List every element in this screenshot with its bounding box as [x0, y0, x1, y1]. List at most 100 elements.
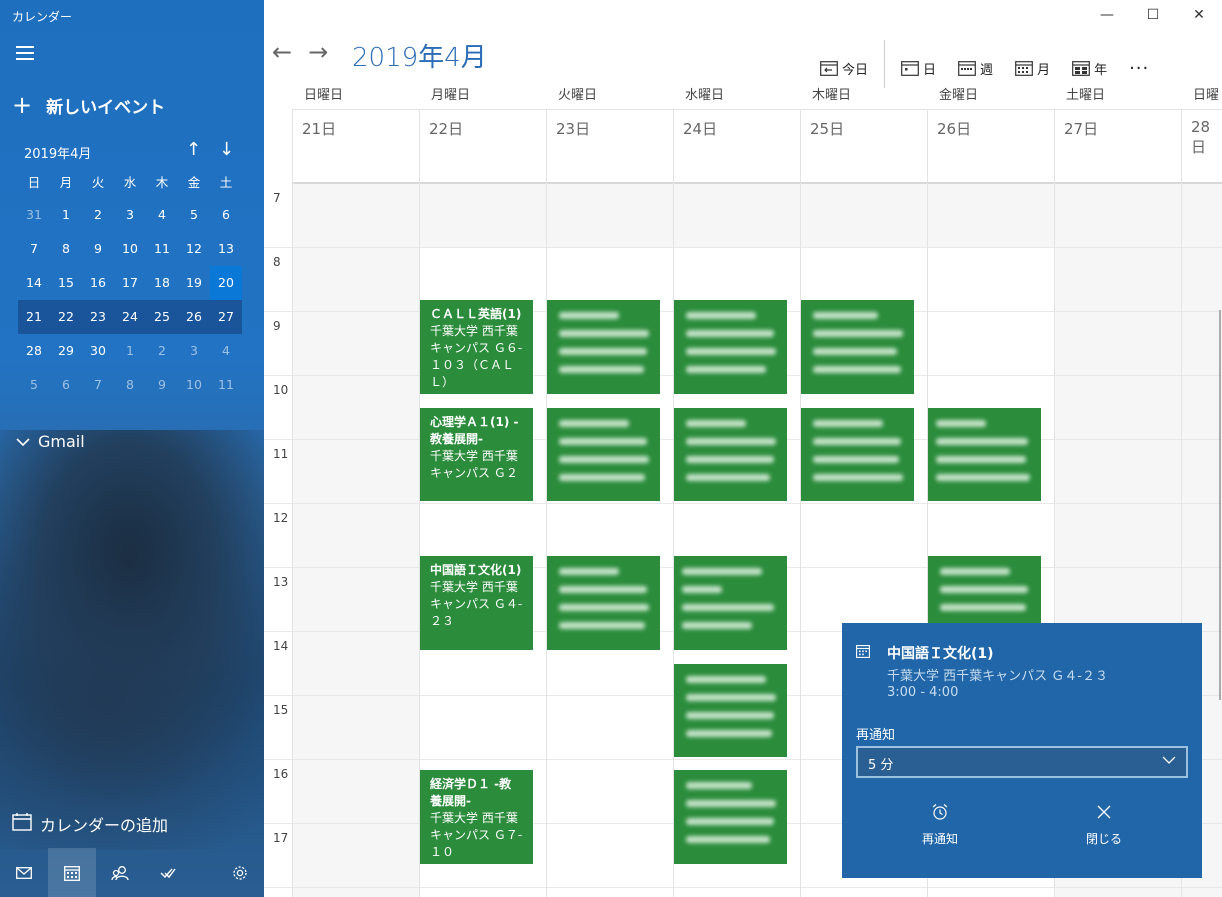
- event-blurred[interactable]: [547, 556, 660, 650]
- mini-day[interactable]: 7: [82, 368, 114, 402]
- mini-day[interactable]: 15: [50, 266, 82, 300]
- event-blurred[interactable]: [674, 770, 787, 864]
- column-line: [800, 110, 801, 897]
- mini-day[interactable]: 9: [82, 232, 114, 266]
- event-blurred[interactable]: [801, 300, 914, 394]
- close-icon[interactable]: ✕: [1176, 0, 1222, 30]
- mini-day[interactable]: 23: [82, 300, 114, 334]
- current-month-title[interactable]: 2019年4月: [352, 37, 487, 74]
- mini-day[interactable]: 10: [114, 232, 146, 266]
- mini-day[interactable]: 6: [50, 368, 82, 402]
- month-view-button[interactable]: 月: [1015, 59, 1050, 78]
- event-blurred[interactable]: [674, 664, 787, 757]
- mini-day[interactable]: 30: [82, 334, 114, 368]
- dismiss-button[interactable]: 閉じる: [1044, 803, 1164, 847]
- maximize-icon[interactable]: ☐: [1130, 0, 1176, 30]
- mini-day[interactable]: 11: [210, 368, 242, 402]
- new-event-button[interactable]: + 新しいイベント: [12, 91, 165, 119]
- weekday-header: 金曜日: [939, 88, 979, 103]
- event-call-english[interactable]: ＣＡＬＬ英語(1) 千葉大学 西千葉キャンパス Ｇ６-１０３（ＣＡＬＬ）: [420, 300, 533, 394]
- event-economics[interactable]: 経済学Ｄ１ -教養展開- 千葉大学 西千葉キャンパス Ｇ７-１０: [420, 770, 533, 864]
- hour-label: 14: [273, 639, 289, 653]
- mini-day[interactable]: 1: [50, 198, 82, 232]
- hour-line: [264, 503, 1222, 504]
- event-chinese[interactable]: 中国語Ｉ文化(1) 千葉大学 西千葉キャンパス Ｇ４-２３: [420, 556, 533, 650]
- mini-day[interactable]: 4: [210, 334, 242, 368]
- mini-day[interactable]: 9: [146, 368, 178, 402]
- more-options-button[interactable]: ···: [1129, 58, 1149, 79]
- mini-day[interactable]: 17: [114, 266, 146, 300]
- mini-day[interactable]: 16: [82, 266, 114, 300]
- day-number[interactable]: 21日: [302, 118, 336, 139]
- mini-day[interactable]: 4: [146, 198, 178, 232]
- day-number[interactable]: 25日: [810, 118, 844, 139]
- week-view-button[interactable]: 週: [958, 59, 993, 78]
- mini-day[interactable]: 5: [178, 198, 210, 232]
- mini-day[interactable]: 8: [50, 232, 82, 266]
- event-blurred[interactable]: [674, 408, 787, 501]
- minimize-icon[interactable]: —: [1084, 0, 1130, 30]
- event-blurred[interactable]: [674, 556, 787, 650]
- day-number[interactable]: 28日: [1191, 118, 1222, 157]
- event-blurred[interactable]: [928, 408, 1041, 501]
- day-number[interactable]: 26日: [937, 118, 971, 139]
- calendar-icon[interactable]: [48, 848, 96, 897]
- day-view-button[interactable]: 日: [901, 59, 936, 78]
- close-icon: [1044, 803, 1164, 824]
- mini-day[interactable]: 6: [210, 198, 242, 232]
- mini-day[interactable]: 12: [178, 232, 210, 266]
- mini-day[interactable]: 8: [114, 368, 146, 402]
- mini-day[interactable]: 27: [210, 300, 242, 334]
- mini-day[interactable]: 24: [114, 300, 146, 334]
- today-button[interactable]: 今日: [820, 59, 868, 78]
- event-blurred[interactable]: [674, 300, 787, 394]
- mini-day[interactable]: 21: [18, 300, 50, 334]
- mini-day[interactable]: 5: [18, 368, 50, 402]
- event-blurred[interactable]: [547, 300, 660, 394]
- snooze-button[interactable]: 再通知: [880, 803, 1000, 847]
- day-number[interactable]: 24日: [683, 118, 717, 139]
- day-number[interactable]: 27日: [1064, 118, 1098, 139]
- mini-calendar-title[interactable]: 2019年4月: [24, 143, 91, 162]
- arrow-left-icon[interactable]: ←: [272, 38, 292, 66]
- todo-icon[interactable]: [144, 848, 192, 897]
- mini-day[interactable]: 25: [146, 300, 178, 334]
- mini-day[interactable]: 3: [114, 198, 146, 232]
- mini-day[interactable]: 29: [50, 334, 82, 368]
- hamburger-menu-icon[interactable]: [16, 46, 34, 60]
- mini-day[interactable]: 3: [178, 334, 210, 368]
- mini-day[interactable]: 19: [178, 266, 210, 300]
- mini-day[interactable]: 26: [178, 300, 210, 334]
- year-view-button[interactable]: 年: [1072, 59, 1107, 78]
- mini-day[interactable]: 31: [18, 198, 50, 232]
- mini-day[interactable]: 13: [210, 232, 242, 266]
- mini-day[interactable]: 10: [178, 368, 210, 402]
- mini-day[interactable]: 7: [18, 232, 50, 266]
- account-gmail[interactable]: Gmail: [16, 432, 85, 451]
- mini-day[interactable]: 11: [146, 232, 178, 266]
- day-number[interactable]: 23日: [556, 118, 590, 139]
- snooze-value: 5 分: [868, 758, 894, 773]
- arrow-down-icon[interactable]: ↓: [219, 139, 234, 160]
- mini-day[interactable]: 14: [18, 266, 50, 300]
- mail-icon[interactable]: [0, 848, 48, 897]
- mini-day-today[interactable]: 20: [210, 266, 242, 300]
- event-psychology[interactable]: 心理学Ａ１(1) -教養展開- 千葉大学 西千葉キャンパス Ｇ２: [420, 408, 533, 501]
- mini-day[interactable]: 1: [114, 334, 146, 368]
- mini-day[interactable]: 22: [50, 300, 82, 334]
- settings-gear-icon[interactable]: [216, 848, 264, 897]
- mini-day[interactable]: 28: [18, 334, 50, 368]
- arrow-right-icon[interactable]: →: [308, 38, 328, 66]
- snooze-select[interactable]: 5 分: [856, 746, 1188, 778]
- mini-day[interactable]: 2: [82, 198, 114, 232]
- arrow-up-icon[interactable]: ↑: [186, 139, 201, 160]
- event-blurred[interactable]: [928, 556, 1041, 626]
- add-calendar-button[interactable]: カレンダーの追加: [12, 812, 168, 836]
- event-blurred[interactable]: [547, 408, 660, 501]
- vertical-scrollbar[interactable]: [1219, 310, 1221, 700]
- day-number[interactable]: 22日: [429, 118, 463, 139]
- mini-day[interactable]: 18: [146, 266, 178, 300]
- mini-day[interactable]: 2: [146, 334, 178, 368]
- people-icon[interactable]: [96, 848, 144, 897]
- event-blurred[interactable]: [801, 408, 914, 501]
